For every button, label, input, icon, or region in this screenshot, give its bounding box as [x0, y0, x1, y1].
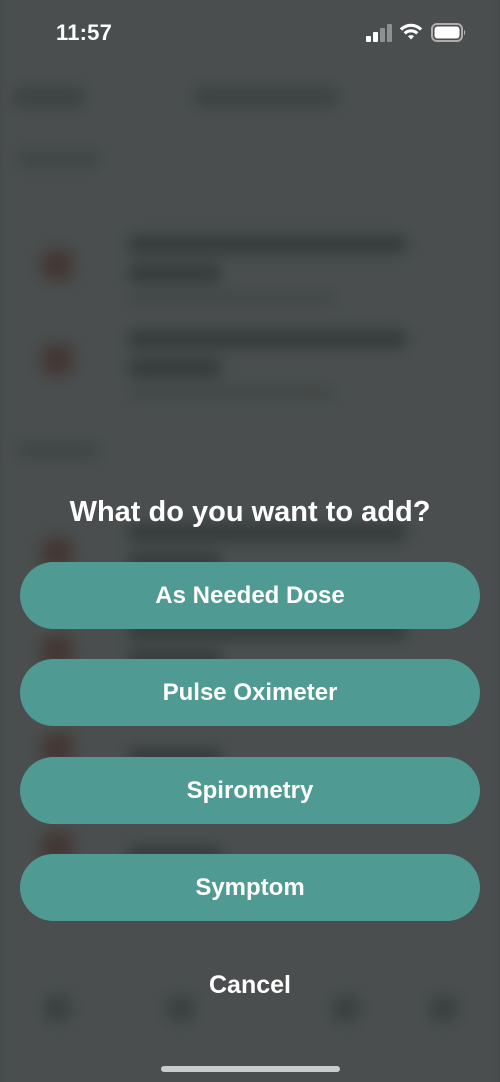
action-sheet-title: What do you want to add?	[69, 496, 431, 528]
battery-icon	[431, 23, 466, 42]
spirometry-button[interactable]: Spirometry	[20, 757, 480, 824]
wifi-icon	[399, 23, 423, 40]
button-label: Spirometry	[186, 776, 314, 804]
pulse-oximeter-button[interactable]: Pulse Oximeter	[20, 659, 480, 726]
cancel-button[interactable]: Cancel	[150, 962, 350, 1008]
home-indicator[interactable]	[161, 1066, 340, 1072]
button-label: Pulse Oximeter	[162, 678, 338, 706]
screen: 11:57 What do you want to add? As Needed…	[0, 0, 500, 1082]
as-needed-dose-button[interactable]: As Needed Dose	[20, 562, 480, 629]
status-time: 11:57	[56, 20, 113, 45]
symptom-button[interactable]: Symptom	[20, 854, 480, 921]
button-label: Symptom	[195, 873, 305, 901]
status-bar: 11:57	[0, 0, 500, 64]
cellular-signal-icon	[366, 24, 392, 42]
button-label: As Needed Dose	[155, 581, 345, 609]
